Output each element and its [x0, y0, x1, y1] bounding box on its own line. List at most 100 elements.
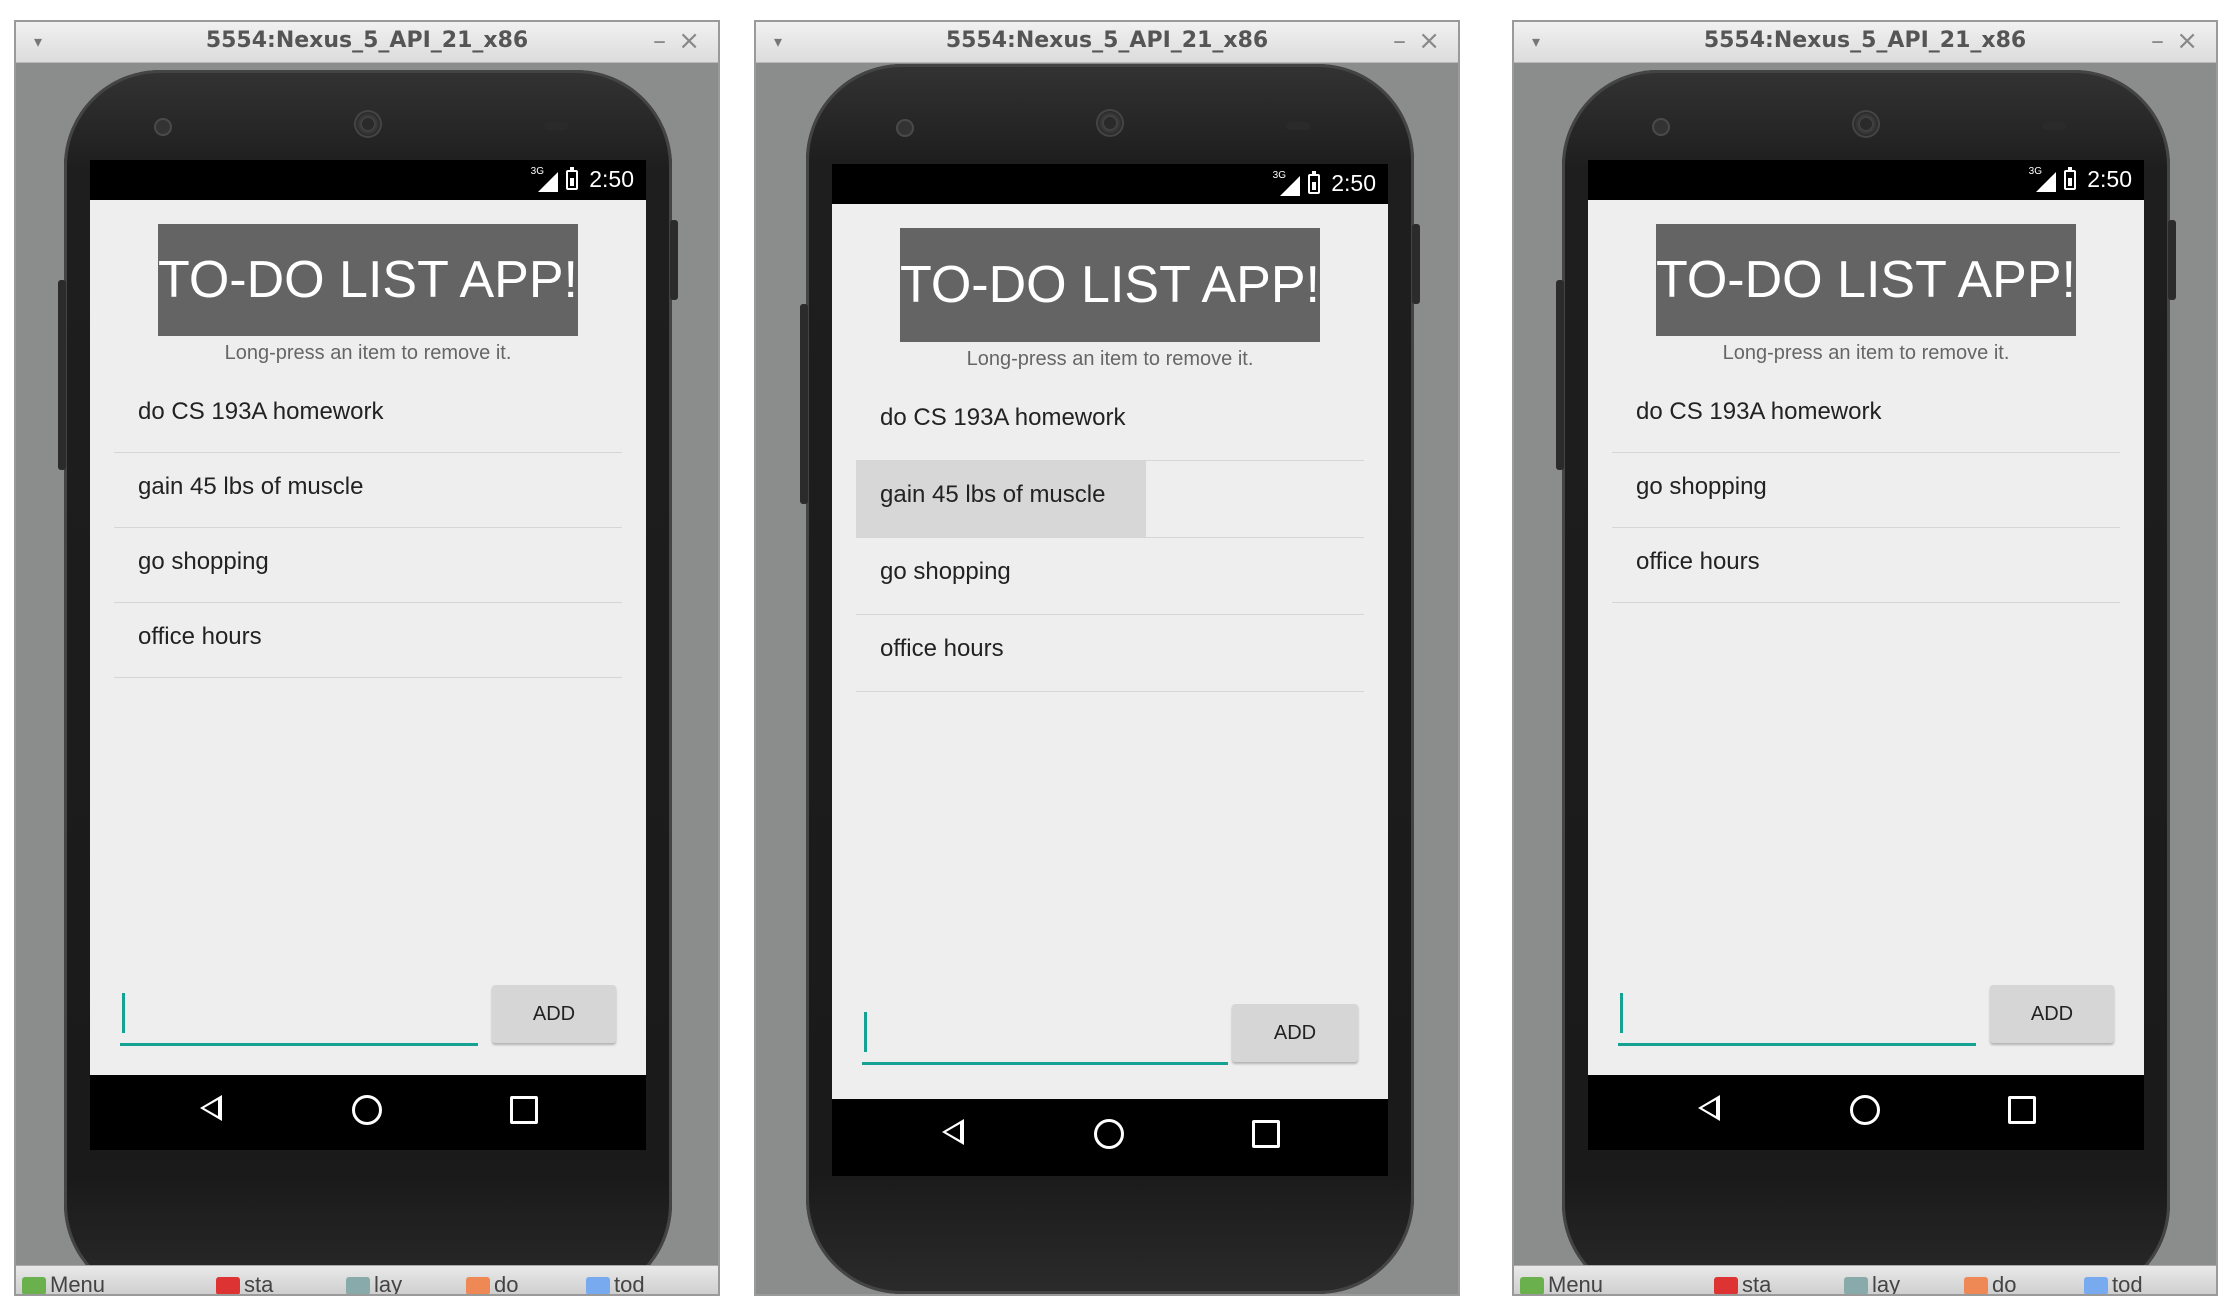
- window-titlebar[interactable]: ▾ 5554:Nexus_5_API_21_x86 – ×: [756, 22, 1458, 63]
- taskbar: Menu sta lay do tod: [16, 1265, 718, 1294]
- window-titlebar[interactable]: ▾ 5554:Nexus_5_API_21_x86 – ×: [1514, 22, 2216, 63]
- app-content: TO-DO LIST APP! Long-press an item to re…: [90, 200, 646, 1075]
- power-key[interactable]: [58, 280, 66, 470]
- recents-icon[interactable]: [510, 1096, 538, 1124]
- device-screen: 3G 2:50 TO-DO LIST APP! Long-press an it…: [1588, 160, 2144, 1150]
- browser-icon: [1964, 1277, 1988, 1294]
- todo-list-item[interactable]: go shopping: [856, 538, 1364, 615]
- minimize-icon[interactable]: –: [1393, 26, 1406, 56]
- hint-text: Long-press an item to remove it.: [224, 342, 512, 364]
- front-camera-icon: [896, 119, 914, 137]
- todo-list-item[interactable]: do CS 193A homework: [856, 384, 1364, 461]
- volume-key[interactable]: [1412, 224, 1420, 304]
- todo-item-label: office hours: [1636, 548, 1760, 575]
- todo-item-label: go shopping: [1636, 473, 1767, 500]
- taskbar-item[interactable]: tod: [2084, 1272, 2143, 1294]
- todo-list-item[interactable]: do CS 193A homework: [1612, 378, 2120, 453]
- minimize-icon[interactable]: –: [653, 26, 666, 56]
- app-icon: [1714, 1277, 1738, 1294]
- new-item-field[interactable]: [120, 985, 478, 1043]
- speaker-icon: [1852, 110, 1880, 138]
- home-icon[interactable]: [1850, 1095, 1880, 1125]
- recents-icon[interactable]: [1252, 1120, 1280, 1148]
- nav-bar: [1588, 1075, 2144, 1150]
- signal-icon: [2036, 172, 2056, 192]
- todo-list-item[interactable]: gain 45 lbs of muscle: [856, 461, 1364, 538]
- close-icon[interactable]: ×: [2176, 26, 2198, 56]
- home-icon[interactable]: [352, 1095, 382, 1125]
- todo-list-item[interactable]: go shopping: [1612, 453, 2120, 528]
- window-title: 5554:Nexus_5_API_21_x86: [1703, 28, 2027, 53]
- battery-icon: [2064, 167, 2076, 190]
- todo-item-label: go shopping: [138, 548, 269, 575]
- status-time: 2:50: [2087, 166, 2132, 192]
- app-content: TO-DO LIST APP! Long-press an item to re…: [1588, 200, 2144, 1075]
- taskbar-item[interactable]: lay: [346, 1272, 402, 1294]
- taskbar-item[interactable]: lay: [1844, 1272, 1900, 1294]
- app-content: TO-DO LIST APP! Long-press an item to re…: [832, 204, 1388, 1099]
- taskbar-item[interactable]: do: [1964, 1272, 2016, 1294]
- new-item-field[interactable]: [862, 1004, 1228, 1062]
- back-icon[interactable]: [200, 1095, 222, 1121]
- taskbar-item[interactable]: do: [466, 1272, 518, 1294]
- back-icon[interactable]: [1698, 1095, 1720, 1121]
- front-camera-icon: [154, 118, 172, 136]
- volume-key[interactable]: [670, 220, 678, 300]
- taskbar-item[interactable]: sta: [216, 1272, 273, 1294]
- todo-item-label: do CS 193A homework: [880, 404, 1126, 431]
- window-title: 5554:Nexus_5_API_21_x86: [205, 28, 529, 53]
- todo-list: do CS 193A homework gain 45 lbs of muscle…: [856, 384, 1364, 692]
- todo-list: do CS 193A homework go shopping office hou…: [1612, 378, 2120, 603]
- todo-list-item[interactable]: gain 45 lbs of muscle: [114, 453, 622, 528]
- status-bar: 3G 2:50: [1588, 160, 2144, 200]
- sensor-icon: [1286, 122, 1310, 130]
- back-icon[interactable]: [942, 1119, 964, 1145]
- new-item-input[interactable]: [862, 1004, 1228, 1065]
- taskbar-menu[interactable]: Menu: [1520, 1272, 1603, 1294]
- add-button[interactable]: ADD: [1990, 985, 2114, 1043]
- taskbar-item[interactable]: sta: [1714, 1272, 1771, 1294]
- status-bar: 3G 2:50: [832, 164, 1388, 204]
- minimize-icon[interactable]: –: [2151, 26, 2164, 56]
- power-key[interactable]: [1556, 280, 1564, 470]
- signal-icon: [538, 172, 558, 192]
- sensor-icon: [544, 122, 568, 130]
- signal-icon: [1280, 176, 1300, 196]
- speaker-icon: [354, 110, 382, 138]
- todo-list-item[interactable]: office hours: [1612, 528, 2120, 603]
- new-item-input[interactable]: [120, 985, 478, 1046]
- todo-list-item[interactable]: do CS 193A homework: [114, 378, 622, 453]
- mint-logo-icon: [22, 1277, 46, 1294]
- todo-item-label: do CS 193A homework: [1636, 398, 1882, 425]
- device-screen: 3G 2:50 TO-DO LIST APP! Long-press an it…: [90, 160, 646, 1150]
- home-icon[interactable]: [1094, 1119, 1124, 1149]
- new-item-field[interactable]: [1618, 985, 1976, 1043]
- folder-icon: [586, 1277, 610, 1294]
- front-camera-icon: [1652, 118, 1670, 136]
- battery-icon: [566, 167, 578, 190]
- taskbar-item[interactable]: tod: [586, 1272, 645, 1294]
- todo-list: do CS 193A homework gain 45 lbs of muscle…: [114, 378, 622, 678]
- todo-list-item[interactable]: go shopping: [114, 528, 622, 603]
- close-icon[interactable]: ×: [1418, 26, 1440, 56]
- taskbar-menu[interactable]: Menu: [22, 1272, 105, 1294]
- todo-item-label: office hours: [138, 623, 262, 650]
- add-button[interactable]: ADD: [1232, 1004, 1358, 1062]
- todo-list-item[interactable]: office hours: [114, 603, 622, 678]
- phone-body: 3G 2:50 TO-DO LIST APP! Long-press an it…: [800, 64, 1420, 1294]
- new-item-input[interactable]: [1618, 985, 1976, 1046]
- battery-icon: [1308, 171, 1320, 194]
- app-title: TO-DO LIST APP!: [1656, 224, 2076, 336]
- todo-list-item[interactable]: office hours: [856, 615, 1364, 692]
- recents-icon[interactable]: [2008, 1096, 2036, 1124]
- close-icon[interactable]: ×: [678, 26, 700, 56]
- window-title: 5554:Nexus_5_API_21_x86: [945, 28, 1269, 53]
- emulator-window-3: ▾ 5554:Nexus_5_API_21_x86 – × 3G 2:50 TO…: [1512, 20, 2218, 1296]
- app-icon: [216, 1277, 240, 1294]
- power-key[interactable]: [800, 304, 808, 504]
- add-button[interactable]: ADD: [492, 985, 616, 1043]
- window-titlebar[interactable]: ▾ 5554:Nexus_5_API_21_x86 – ×: [16, 22, 718, 63]
- volume-key[interactable]: [2168, 220, 2176, 300]
- nav-bar: [90, 1075, 646, 1150]
- sensor-icon: [2042, 122, 2066, 130]
